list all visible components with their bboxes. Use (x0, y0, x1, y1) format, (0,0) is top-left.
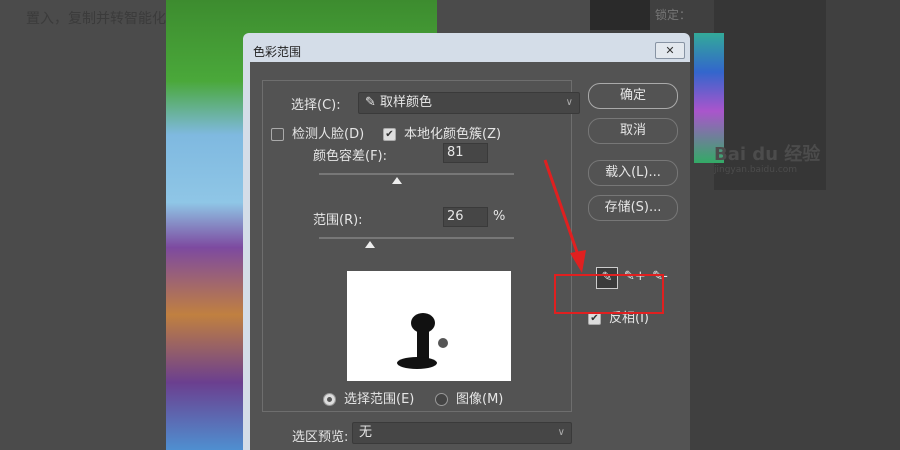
detect-faces-checkbox[interactable]: 检测人脸(D) (271, 123, 364, 142)
chevron-down-icon: ∨ (557, 427, 565, 438)
preview-dropdown[interactable]: 无 ∨ (352, 422, 572, 444)
options-group: 选择(C): ✎ 取样颜色 ∨ 检测人脸(D) ✔ 本地化颜色簇(Z) 颜色容差(F… (262, 80, 580, 412)
save-button[interactable]: 存储(S)... (588, 195, 678, 221)
dialog-title: 色彩范围 (253, 45, 302, 59)
color-range-dialog: 色彩范围 ✕ 选择(C): ✎ 取样颜色 ∨ 检测人脸(D) ✔ 本地化颜色簇(Z)… (243, 33, 690, 450)
watermark-logo: Bai du 经验 (714, 144, 821, 165)
eyedropper-icon: ✎ (365, 95, 381, 110)
cancel-button[interactable]: 取消 (588, 118, 678, 144)
background-instruction-text: 置入，复制并转智能化 (26, 11, 166, 27)
range-unit: % (493, 209, 506, 224)
range-slider-track[interactable] (319, 237, 514, 239)
highlight-box (554, 274, 664, 314)
localized-clusters-checkbox[interactable]: ✔ 本地化颜色簇(Z) (383, 123, 501, 142)
watermark-url: jingyan.baidu.com (714, 165, 798, 175)
fuzziness-label: 颜色容差(F): (313, 149, 388, 164)
lock-label: 锁定： (655, 8, 692, 22)
select-value: 取样颜色 (380, 95, 433, 110)
load-button[interactable]: 载入(L)... (588, 160, 678, 186)
annotation-arrow (543, 159, 586, 273)
range-slider-thumb[interactable] (364, 241, 375, 248)
image-radio[interactable]: 图像(M) (435, 388, 503, 407)
close-button[interactable]: ✕ (655, 42, 685, 59)
fuzziness-slider-thumb[interactable] (392, 177, 402, 184)
fuzziness-input[interactable]: 81 (443, 143, 488, 163)
selection-preview (347, 271, 511, 381)
select-dropdown[interactable]: ✎ 取样颜色 ∨ (358, 92, 580, 114)
fuzziness-slider-track[interactable] (319, 173, 514, 175)
range-label: 范围(R): (313, 213, 363, 228)
preview-label: 选区预览: (292, 430, 349, 445)
select-label: 选择(C): (291, 98, 341, 113)
ok-button[interactable]: 确定 (588, 83, 678, 109)
chevron-down-icon: ∨ (565, 97, 573, 108)
range-input[interactable]: 26 (443, 207, 488, 227)
selection-radio[interactable]: 选择范围(E) (323, 388, 414, 407)
